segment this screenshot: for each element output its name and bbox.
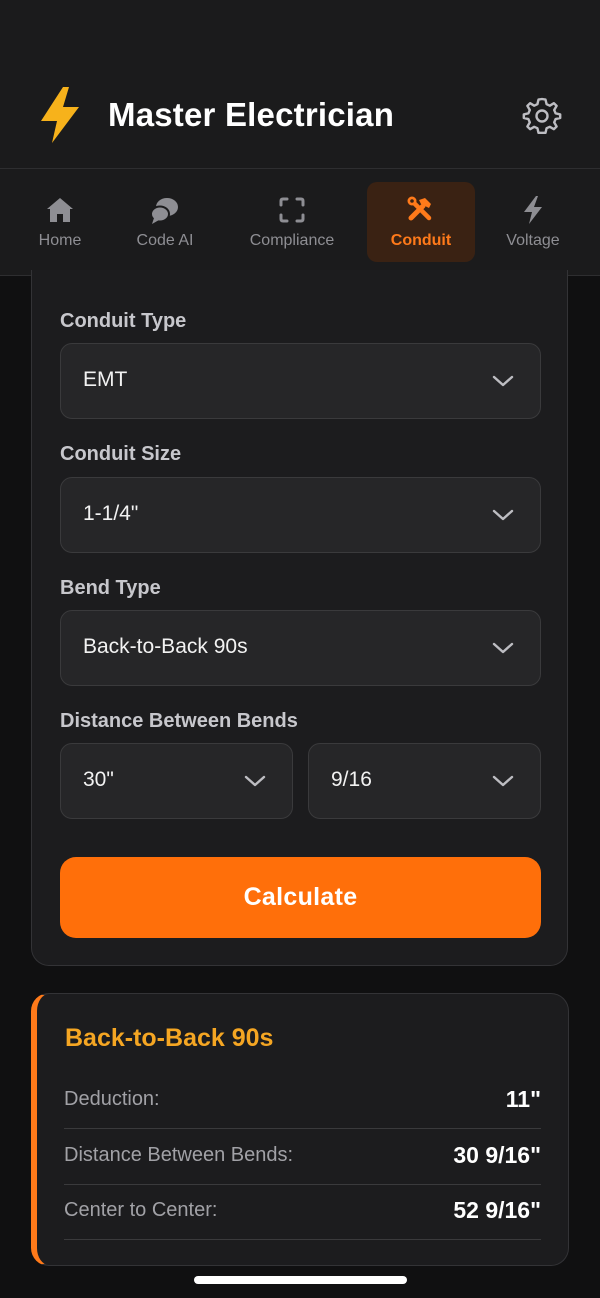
tools-icon [407, 196, 432, 221]
tab-compliance[interactable]: Compliance [240, 182, 344, 262]
result-label: Distance Between Bends: [64, 1144, 294, 1166]
conduit-size-select[interactable]: 1-1/4" [60, 477, 541, 553]
gear-icon[interactable] [522, 96, 562, 136]
distance-inches-select[interactable]: 30" [60, 743, 293, 819]
chevron-down-icon [492, 375, 514, 387]
conduit-type-label: Conduit Type [60, 310, 187, 332]
chevron-down-icon [492, 642, 514, 654]
lightning-logo-icon [41, 87, 79, 143]
result-value: 11" [505, 1086, 541, 1112]
result-label: Deduction: [64, 1088, 160, 1110]
conduit-size-label: Conduit Size [60, 443, 182, 465]
tab-conduit[interactable]: Conduit [367, 182, 475, 262]
bend-type-value: Back-to-Back 90s [83, 635, 248, 658]
tab-code-ai-label: Code AI [136, 232, 194, 249]
distance-fraction-value: 9/16 [331, 768, 372, 791]
app-title: Master Electrician [108, 96, 395, 133]
calculate-button[interactable]: Calculate [60, 857, 541, 938]
distance-fraction-select[interactable]: 9/16 [308, 743, 541, 819]
status-bar [0, 0, 600, 58]
tab-voltage[interactable]: Voltage [498, 182, 568, 262]
chevron-down-icon [244, 775, 266, 787]
chevron-down-icon [492, 775, 514, 787]
lightning-icon [524, 196, 542, 224]
app-screen: Master Electrician Home Code AI Complian… [0, 0, 600, 1298]
tab-voltage-label: Voltage [506, 232, 560, 249]
tab-bar: Home Code AI Compliance Conduit Voltage [0, 169, 600, 276]
bend-type-select[interactable]: Back-to-Back 90s [60, 610, 541, 686]
tab-home-label: Home [38, 232, 82, 249]
tab-conduit-label: Conduit [390, 232, 452, 249]
tab-home[interactable]: Home [20, 182, 100, 262]
home-icon [47, 198, 73, 222]
result-card: Back-to-Back 90s Deduction: 11" Distance… [31, 993, 569, 1266]
scan-frame-icon [279, 197, 305, 223]
bend-type-label: Bend Type [60, 577, 161, 599]
result-title: Back-to-Back 90s [65, 1024, 274, 1052]
result-row-center-to-center: Center to Center: 52 9/16" [64, 1183, 541, 1240]
chat-bubbles-icon [150, 198, 178, 224]
result-value: 30 9/16" [453, 1142, 541, 1168]
result-value: 52 9/16" [453, 1197, 541, 1223]
result-row-distance: Distance Between Bends: 30 9/16" [64, 1128, 541, 1185]
chevron-down-icon [492, 509, 514, 521]
conduit-type-value: EMT [83, 368, 128, 391]
conduit-type-select[interactable]: EMT [60, 343, 541, 419]
distance-inches-value: 30" [83, 768, 114, 791]
distance-label: Distance Between Bends [60, 710, 298, 732]
tab-compliance-label: Compliance [249, 232, 335, 249]
result-label: Center to Center: [64, 1199, 218, 1221]
tab-code-ai[interactable]: Code AI [120, 182, 210, 262]
home-indicator[interactable] [194, 1276, 407, 1284]
result-row-deduction: Deduction: 11" [64, 1072, 541, 1129]
conduit-size-value: 1-1/4" [83, 502, 139, 525]
app-header: Master Electrician [0, 58, 600, 169]
